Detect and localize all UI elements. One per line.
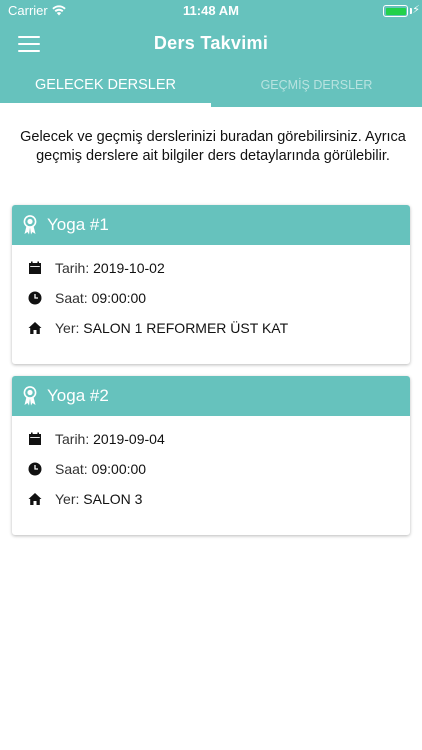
lesson-card-header[interactable]: Yoga #1 <box>12 205 410 245</box>
intro-text: Gelecek ve geçmiş derslerinizi buradan g… <box>20 129 406 164</box>
lesson-details: Tarih: 2019-10-02 Saat: 09:00:00 Yer: SA… <box>12 245 410 343</box>
battery-icon <box>383 5 408 17</box>
award-ribbon-icon <box>23 386 37 406</box>
lesson-card[interactable]: Yoga #2 Tarih: 2019-09-04 Saat: 09:00:00 <box>12 376 410 535</box>
lesson-card[interactable]: Yoga #1 Tarih: 2019-10-02 Saat: 09:00:00 <box>12 205 410 364</box>
active-tab-indicator <box>0 103 211 107</box>
date-value: 2019-10-02 <box>93 260 165 276</box>
charging-icon: ⚡ <box>412 4 420 16</box>
place-label: Yer: <box>55 491 80 507</box>
lesson-time-row: Saat: 09:00:00 <box>12 454 410 484</box>
home-icon <box>28 322 42 334</box>
tab-past-lessons[interactable]: GEÇMİŞ DERSLER <box>211 66 422 107</box>
clock-icon <box>28 291 42 305</box>
lesson-place-row: Yer: SALON 3 <box>12 484 410 514</box>
award-ribbon-icon <box>23 215 37 235</box>
time-label: Saat: <box>55 290 88 306</box>
status-bar: Carrier 11:48 AM ⚡ <box>0 0 422 22</box>
time-value: 09:00:00 <box>91 290 147 306</box>
lesson-place-row: Yer: SALON 1 REFORMER ÜST KAT <box>12 313 410 343</box>
date-label: Tarih: <box>55 260 90 276</box>
time-label: Saat: <box>55 461 88 477</box>
date-value: 2019-09-04 <box>93 431 165 447</box>
lesson-date-row: Tarih: 2019-09-04 <box>12 424 410 454</box>
lesson-date-row: Tarih: 2019-10-02 <box>12 253 410 283</box>
time-value: 09:00:00 <box>91 461 147 477</box>
clock-icon <box>28 462 42 476</box>
lesson-title: Yoga #1 <box>47 215 109 234</box>
app-header: Carrier 11:48 AM ⚡ Ders Takvimi GELECEK … <box>0 0 422 107</box>
tab-upcoming-lessons[interactable]: GELECEK DERSLER <box>0 66 211 107</box>
tab-bar: GELECEK DERSLER GEÇMİŞ DERSLER <box>0 66 422 107</box>
status-time: 11:48 AM <box>183 3 239 18</box>
place-label: Yer: <box>55 320 80 336</box>
home-icon <box>28 493 42 505</box>
place-value: SALON 3 <box>83 491 143 507</box>
lesson-card-header[interactable]: Yoga #2 <box>12 376 410 416</box>
date-label: Tarih: <box>55 431 90 447</box>
lesson-title: Yoga #2 <box>47 386 109 405</box>
navigation-bar: Ders Takvimi <box>0 22 422 66</box>
page-title: Ders Takvimi <box>153 33 269 53</box>
lesson-time-row: Saat: 09:00:00 <box>12 283 410 313</box>
calendar-icon <box>29 261 41 274</box>
calendar-icon <box>29 432 41 445</box>
place-value: SALON 1 REFORMER ÜST KAT <box>83 320 289 336</box>
lesson-details: Tarih: 2019-09-04 Saat: 09:00:00 Yer: SA… <box>12 416 410 514</box>
